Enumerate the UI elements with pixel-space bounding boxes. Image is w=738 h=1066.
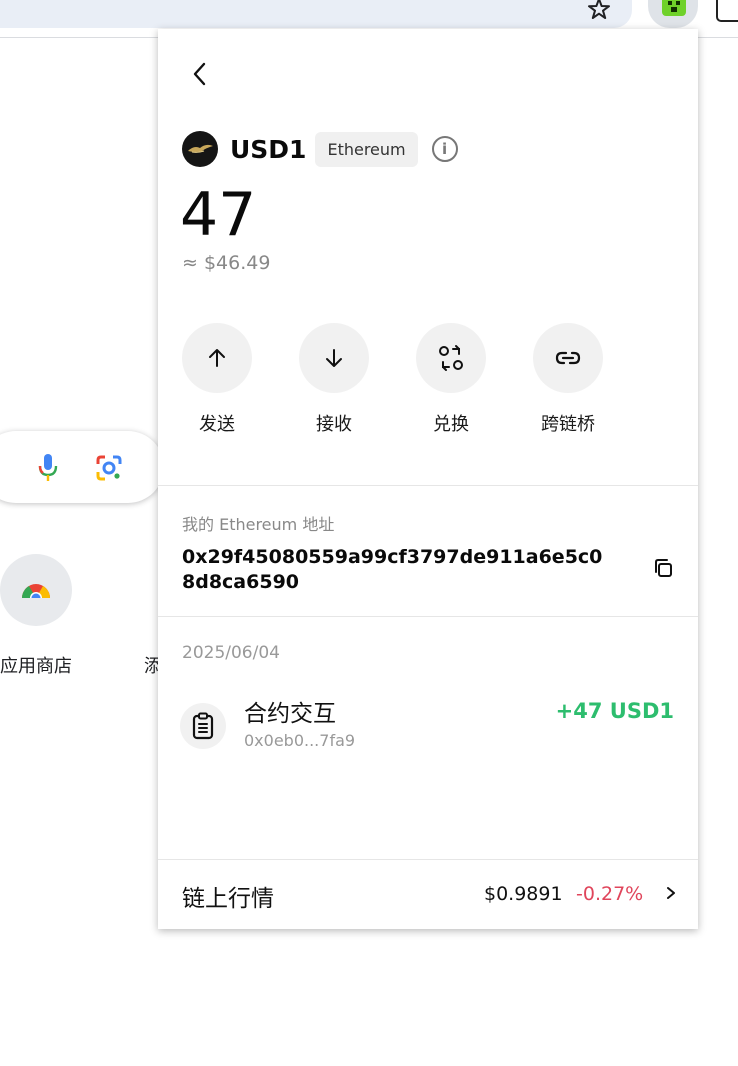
send-label: 发送: [199, 414, 235, 435]
chevron-right-icon: [667, 887, 675, 899]
address-title: 我的 Ethereum 地址: [182, 515, 335, 534]
voice-search-icon[interactable]: [38, 453, 58, 483]
swap-label: 兑换: [433, 414, 469, 435]
chain-badge: Ethereum: [315, 131, 418, 167]
token-balance: 47: [180, 180, 257, 250]
swap-icon: [439, 345, 463, 371]
bridge-icon: [555, 351, 581, 365]
receive-button[interactable]: 接收: [289, 323, 379, 436]
address-bar[interactable]: [0, 0, 632, 28]
action-circle[interactable]: [299, 323, 369, 393]
bookmark-star-icon[interactable]: [586, 0, 612, 22]
transaction-hash: 0x0eb0...7fa9: [244, 731, 356, 750]
transaction-row[interactable]: 合约交互 0x0eb0...7fa9 +47 USD1: [180, 689, 674, 755]
arrow-down-icon: [326, 349, 342, 367]
shortcut-label[interactable]: 应用商店: [0, 652, 72, 678]
transaction-amount: +47 USD1: [555, 699, 674, 723]
google-search-box[interactable]: [0, 431, 164, 503]
market-change: -0.27%: [576, 883, 644, 905]
copy-icon[interactable]: [652, 557, 674, 579]
wallet-address: 0x29f45080559a99cf3797de911a6e5c08d8ca65…: [182, 546, 603, 593]
action-circle[interactable]: [182, 323, 252, 393]
arrow-up-icon: [209, 349, 225, 367]
google-lens-icon[interactable]: [94, 453, 124, 483]
wallet-popup: USD1 Ethereum i 47 ≈ $46.49 发送 接收 兑换 跨链桥…: [158, 29, 698, 929]
chrome-webstore-icon: [20, 584, 52, 606]
usd1-token-logo-icon: [182, 131, 218, 167]
info-icon[interactable]: i: [431, 136, 458, 162]
menu-icon[interactable]: [716, 0, 738, 22]
fiat-value: ≈ $46.49: [182, 252, 271, 274]
history-date: 2025/06/04: [182, 643, 280, 663]
market-title: 链上行情: [182, 886, 274, 912]
market-price: $0.9891: [484, 883, 563, 905]
bridge-label: 跨链桥: [541, 414, 595, 435]
section-divider: [158, 485, 698, 486]
token-symbol: USD1: [230, 134, 307, 164]
back-arrow-icon[interactable]: [188, 59, 212, 89]
document-icon: [180, 703, 226, 749]
action-circle[interactable]: [416, 323, 486, 393]
transaction-type: 合约交互: [244, 701, 336, 727]
action-bar: 发送 接收 兑换 跨链桥: [182, 323, 662, 443]
send-button[interactable]: 发送: [172, 323, 262, 436]
swap-button[interactable]: 兑换: [406, 323, 496, 436]
action-circle[interactable]: [533, 323, 603, 393]
receive-label: 接收: [316, 414, 352, 435]
wallet-extension-icon[interactable]: [662, 0, 686, 16]
section-divider: [158, 616, 698, 617]
market-row[interactable]: 链上行情 $0.9891 -0.27%: [158, 859, 698, 929]
token-header: USD1 Ethereum i: [182, 129, 458, 169]
bridge-button[interactable]: 跨链桥: [523, 323, 613, 436]
